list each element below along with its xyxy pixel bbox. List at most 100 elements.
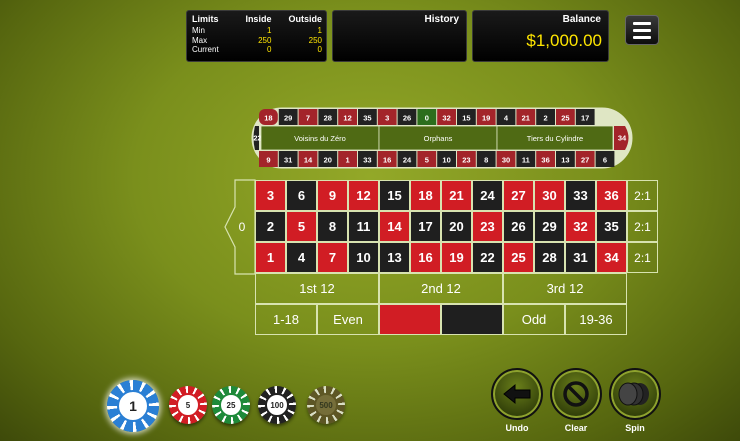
- bet-1-18[interactable]: 1-18: [255, 304, 317, 335]
- racetrack-number[interactable]: 35: [358, 109, 377, 125]
- zero-bet[interactable]: 0: [223, 179, 256, 275]
- racetrack-number[interactable]: 2: [536, 109, 555, 125]
- number-cell-25[interactable]: 25: [503, 242, 534, 273]
- column-bet-3[interactable]: 2:1: [627, 180, 658, 211]
- racetrack-number[interactable]: 25: [556, 109, 575, 125]
- spin-button[interactable]: [609, 368, 661, 420]
- racetrack-number[interactable]: 23: [457, 151, 476, 167]
- undo-button[interactable]: [491, 368, 543, 420]
- chip-1[interactable]: 1: [107, 380, 159, 432]
- number-cell-22[interactable]: 22: [472, 242, 503, 273]
- number-cell-13[interactable]: 13: [379, 242, 410, 273]
- racetrack[interactable]: 18 29 7 28 12 35 3 26 0 32 15 19 4 21 2 25 179 31 14 20 1 33 1…: [251, 107, 633, 169]
- racetrack-number[interactable]: 26: [397, 109, 417, 125]
- bet-odd[interactable]: Odd: [503, 304, 565, 335]
- racetrack-section[interactable]: Orphans: [378, 125, 498, 151]
- racetrack-number[interactable]: 11: [516, 151, 536, 167]
- number-cell-5[interactable]: 5: [286, 211, 317, 242]
- racetrack-number[interactable]: 15: [457, 109, 476, 125]
- racetrack-number[interactable]: 10: [437, 151, 456, 167]
- racetrack-number[interactable]: 18: [259, 109, 278, 125]
- racetrack-number[interactable]: 36: [536, 151, 555, 167]
- number-cell-32[interactable]: 32: [565, 211, 596, 242]
- svg-text:19: 19: [482, 114, 490, 123]
- column-bet-2[interactable]: 2:1: [627, 211, 658, 242]
- number-cell-18[interactable]: 18: [410, 180, 441, 211]
- dozen-bet-2[interactable]: 2nd 12: [379, 273, 503, 304]
- chip-5[interactable]: 5: [169, 386, 207, 424]
- number-cell-12[interactable]: 12: [348, 180, 379, 211]
- number-cell-30[interactable]: 30: [534, 180, 565, 211]
- racetrack-number[interactable]: 1: [338, 151, 357, 167]
- racetrack-number[interactable]: 34: [614, 126, 629, 150]
- racetrack-number[interactable]: 31: [278, 151, 298, 167]
- racetrack-number[interactable]: 14: [298, 151, 318, 167]
- number-cell-36[interactable]: 36: [596, 180, 627, 211]
- clear-button[interactable]: [550, 368, 602, 420]
- number-cell-11[interactable]: 11: [348, 211, 379, 242]
- racetrack-number[interactable]: 27: [575, 151, 595, 167]
- racetrack-number[interactable]: 30: [496, 151, 516, 167]
- number-cell-4[interactable]: 4: [286, 242, 317, 273]
- number-cell-3[interactable]: 3: [255, 180, 286, 211]
- column-bet-1[interactable]: 2:1: [627, 242, 658, 273]
- racetrack-number[interactable]: 3: [377, 109, 397, 125]
- racetrack-number[interactable]: 0: [417, 109, 437, 125]
- racetrack-section[interactable]: Voisins du Zéro: [260, 125, 380, 151]
- number-cell-28[interactable]: 28: [534, 242, 565, 273]
- racetrack-number[interactable]: 4: [496, 109, 516, 125]
- racetrack-number[interactable]: 33: [358, 151, 377, 167]
- racetrack-number[interactable]: 28: [318, 109, 338, 125]
- racetrack-number[interactable]: 29: [278, 109, 298, 125]
- number-cell-7[interactable]: 7: [317, 242, 348, 273]
- number-cell-9[interactable]: 9: [317, 180, 348, 211]
- racetrack-number[interactable]: 32: [437, 109, 456, 125]
- number-cell-29[interactable]: 29: [534, 211, 565, 242]
- racetrack-number[interactable]: 13: [556, 151, 575, 167]
- chip-500[interactable]: 500: [307, 386, 345, 424]
- racetrack-number[interactable]: 12: [338, 109, 357, 125]
- number-cell-6[interactable]: 6: [286, 180, 317, 211]
- number-cell-26[interactable]: 26: [503, 211, 534, 242]
- number-cell-24[interactable]: 24: [472, 180, 503, 211]
- number-cell-14[interactable]: 14: [379, 211, 410, 242]
- racetrack-number[interactable]: 17: [575, 109, 595, 125]
- number-cell-31[interactable]: 31: [565, 242, 596, 273]
- number-cell-16[interactable]: 16: [410, 242, 441, 273]
- racetrack-number[interactable]: 5: [417, 151, 437, 167]
- number-cell-23[interactable]: 23: [472, 211, 503, 242]
- number-cell-19[interactable]: 19: [441, 242, 472, 273]
- svg-text:Tiers du Cylindre: Tiers du Cylindre: [527, 134, 583, 143]
- racetrack-number[interactable]: 7: [298, 109, 318, 125]
- number-cell-10[interactable]: 10: [348, 242, 379, 273]
- bet-black[interactable]: [441, 304, 503, 335]
- chip-25[interactable]: 25: [212, 386, 250, 424]
- racetrack-number[interactable]: 21: [516, 109, 536, 125]
- number-cell-27[interactable]: 27: [503, 180, 534, 211]
- number-cell-35[interactable]: 35: [596, 211, 627, 242]
- number-cell-2[interactable]: 2: [255, 211, 286, 242]
- racetrack-number[interactable]: 9: [259, 151, 278, 167]
- number-cell-15[interactable]: 15: [379, 180, 410, 211]
- dozen-bet-3[interactable]: 3rd 12: [503, 273, 627, 304]
- number-cell-34[interactable]: 34: [596, 242, 627, 273]
- chip-100[interactable]: 100: [258, 386, 296, 424]
- bet-even[interactable]: Even: [317, 304, 379, 335]
- number-cell-33[interactable]: 33: [565, 180, 596, 211]
- racetrack-number[interactable]: 16: [377, 151, 397, 167]
- bet-red[interactable]: [379, 304, 441, 335]
- number-cell-17[interactable]: 17: [410, 211, 441, 242]
- number-cell-20[interactable]: 20: [441, 211, 472, 242]
- racetrack-number[interactable]: 8: [476, 151, 496, 167]
- number-cell-1[interactable]: 1: [255, 242, 286, 273]
- racetrack-number[interactable]: 19: [476, 109, 496, 125]
- racetrack-section[interactable]: Tiers du Cylindre: [496, 125, 614, 151]
- number-cell-21[interactable]: 21: [441, 180, 472, 211]
- racetrack-number[interactable]: 24: [397, 151, 417, 167]
- racetrack-number[interactable]: 6: [595, 151, 615, 167]
- number-cell-8[interactable]: 8: [317, 211, 348, 242]
- racetrack-number[interactable]: 20: [318, 151, 338, 167]
- dozen-bet-1[interactable]: 1st 12: [255, 273, 379, 304]
- bet-19-36[interactable]: 19-36: [565, 304, 627, 335]
- menu-button[interactable]: [625, 15, 659, 45]
